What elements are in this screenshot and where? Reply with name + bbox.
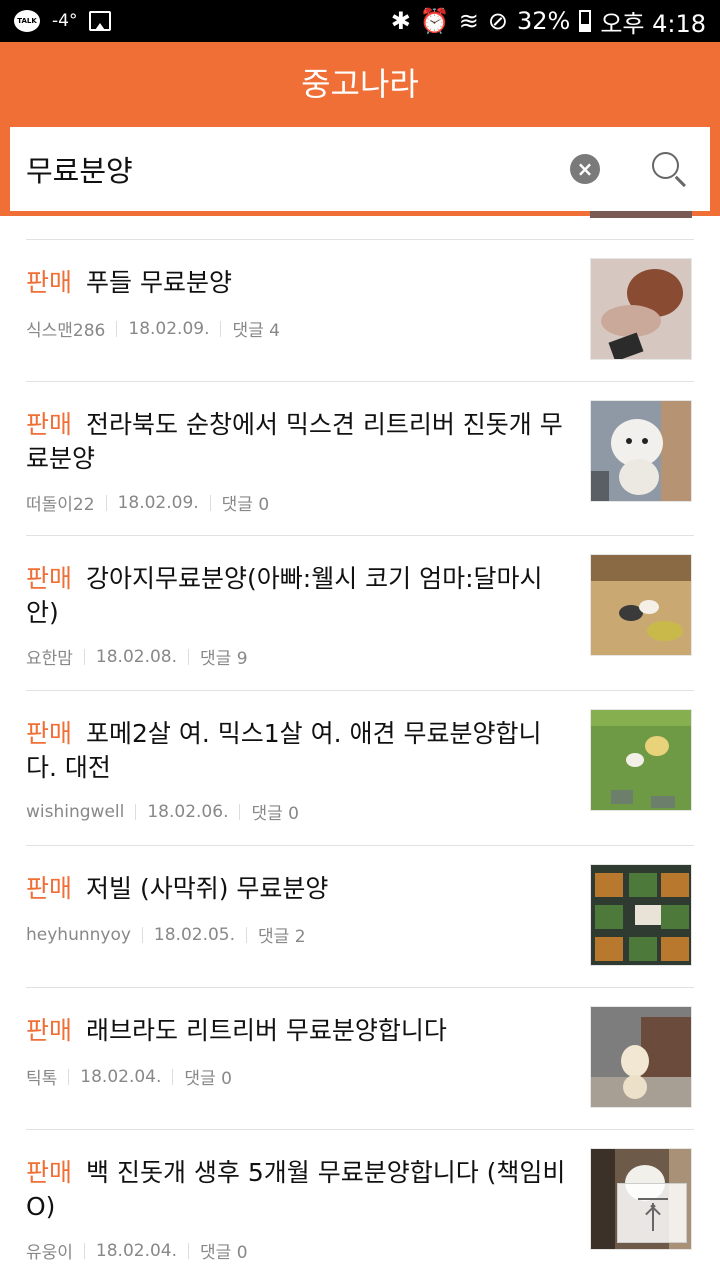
wifi-icon: ≋ [458, 7, 479, 35]
item-comments: 댓글 0 [184, 1069, 232, 1089]
clock: 오후 4:18 [600, 9, 706, 38]
item-author: wishingwell [26, 801, 125, 822]
dnd-icon: ⊘ [487, 7, 508, 35]
item-title[interactable]: 판매 전라북도 순창에서 믹스견 리트리버 진돗개 무료분양 [26, 408, 571, 476]
item-meta: 틱톡 18.02.04. 댓글 0 [26, 1064, 232, 1090]
arrow-up-icon [638, 1198, 668, 1200]
item-meta: 식스맨286 18.02.09. 댓글 4 [26, 316, 280, 342]
list-item[interactable]: 판매 백 진돗개 생후 5개월 무료분양합니다 (책임비 O) 유웅이 18.02… [0, 1130, 720, 1280]
item-meta: heyhunnyoy 18.02.05. 댓글 2 [26, 922, 306, 948]
battery-icon [579, 10, 592, 32]
item-author: 유웅이 [26, 1243, 73, 1263]
item-author: heyhunnyoy [26, 924, 131, 945]
item-thumbnail[interactable] [590, 554, 692, 656]
item-author: 틱톡 [26, 1069, 58, 1089]
item-title[interactable]: 판매 저빌 (사막쥐) 무료분양 [26, 872, 571, 906]
item-comments: 댓글 4 [232, 321, 280, 341]
item-title[interactable]: 판매 푸들 무료분양 [26, 266, 571, 300]
item-author: 떠돌이22 [26, 495, 95, 515]
item-date: 18.02.09. [117, 492, 199, 513]
item-author: 요한맘 [26, 649, 73, 669]
item-comments: 댓글 9 [200, 649, 248, 669]
item-title[interactable]: 판매 강아지무료분양(아빠:웰시 코기 엄마:달마시안) [26, 562, 571, 630]
list-item[interactable]: 판매 강아지무료분양(아빠:웰시 코기 엄마:달마시안) 요한맘 18.02.08… [0, 536, 720, 690]
item-meta: 유웅이 18.02.04. 댓글 0 [26, 1238, 248, 1264]
sale-tag: 판매 [26, 719, 73, 748]
item-date: 18.02.04. [95, 1240, 178, 1261]
sale-tag: 판매 [26, 1016, 73, 1045]
thumbnail-image [591, 865, 691, 965]
item-meta: 떠돌이22 18.02.09. 댓글 0 [26, 490, 270, 516]
search-input[interactable]: 무료분양 [26, 148, 570, 190]
item-thumbnail[interactable] [590, 258, 692, 360]
search-icon[interactable] [652, 152, 686, 187]
list-item[interactable]: 판매 저빌 (사막쥐) 무료분양 heyhunnyoy 18.02.05. 댓글 … [0, 846, 720, 987]
item-title-text: 푸들 무료분양 [86, 268, 232, 297]
battery-percent: 32% [516, 7, 571, 35]
scroll-to-top-button[interactable] [617, 1183, 687, 1243]
thumbnail-image [591, 401, 691, 501]
item-author: 식스맨286 [26, 321, 106, 341]
item-thumbnail[interactable] [590, 709, 692, 811]
sale-tag: 판매 [26, 564, 73, 593]
temperature-text: -4° [52, 11, 78, 31]
list-item[interactable]: 판매 푸들 무료분양 식스맨286 18.02.09. 댓글 4 [0, 240, 720, 381]
item-title-text: 포메2살 여. 믹스1살 여. 애견 무료분양합니다. 대전 [26, 719, 542, 782]
clear-search-button[interactable]: × [570, 154, 600, 184]
list-item[interactable]: 판매 전라북도 순창에서 믹스견 리트리버 진돗개 무료분양 떠돌이22 18.0… [0, 382, 720, 535]
item-comments: 댓글 0 [200, 1243, 248, 1263]
item-date: 18.02.06. [147, 801, 229, 822]
sale-tag: 판매 [26, 410, 73, 439]
thumbnail-image [591, 259, 691, 359]
item-thumbnail[interactable] [590, 864, 692, 966]
item-title-text: 래브라도 리트리버 무료분양합니다 [86, 1016, 447, 1045]
item-date: 18.02.05. [153, 924, 236, 945]
thumbnail-image [591, 555, 691, 655]
item-title[interactable]: 판매 래브라도 리트리버 무료분양합니다 [26, 1014, 571, 1048]
sale-tag: 판매 [26, 874, 73, 903]
item-comments: 댓글 0 [221, 495, 270, 515]
item-comments: 댓글 2 [258, 927, 306, 947]
item-date: 18.02.04. [80, 1066, 162, 1087]
item-date: 18.02.08. [95, 646, 178, 667]
item-title-text: 백 진돗개 생후 5개월 무료분양합니다 (책임비 O) [26, 1158, 566, 1221]
search-bar[interactable]: 무료분양 × [10, 127, 710, 211]
list-item[interactable]: 판매 포메2살 여. 믹스1살 여. 애견 무료분양합니다. 대전 wishing… [0, 691, 720, 845]
item-meta: 요한맘 18.02.08. 댓글 9 [26, 644, 248, 670]
previous-item-thumbnail[interactable] [590, 211, 692, 218]
app-title: 중고나라 [301, 65, 419, 103]
thumbnail-image [591, 710, 691, 810]
item-comments: 댓글 0 [251, 804, 299, 824]
sale-tag: 판매 [26, 1158, 73, 1187]
alarm-icon: ⏰ [419, 7, 450, 35]
kakaotalk-icon: TALK [14, 10, 40, 32]
thumbnail-image [591, 1007, 691, 1107]
item-title-text: 전라북도 순창에서 믹스견 리트리버 진돗개 무료분양 [26, 410, 563, 473]
status-bar: TALK -4° ✱ ⏰ ≋ ⊘ 32% 오후 4:18 [0, 0, 720, 42]
item-date: 18.02.09. [128, 318, 210, 339]
item-title-text: 저빌 (사막쥐) 무료분양 [86, 874, 329, 903]
item-title[interactable]: 판매 백 진돗개 생후 5개월 무료분양합니다 (책임비 O) [26, 1156, 571, 1224]
list-item[interactable]: 판매 래브라도 리트리버 무료분양합니다 틱톡 18.02.04. 댓글 0 [0, 988, 720, 1129]
gallery-icon [89, 11, 112, 31]
bluetooth-icon: ✱ [390, 7, 411, 35]
item-thumbnail[interactable] [590, 400, 692, 502]
item-title-text: 강아지무료분양(아빠:웰시 코기 엄마:달마시안) [26, 564, 543, 627]
item-thumbnail[interactable] [590, 1006, 692, 1108]
item-meta: wishingwell 18.02.06. 댓글 0 [26, 799, 299, 825]
sale-tag: 판매 [26, 268, 73, 297]
item-title[interactable]: 판매 포메2살 여. 믹스1살 여. 애견 무료분양합니다. 대전 [26, 717, 571, 785]
